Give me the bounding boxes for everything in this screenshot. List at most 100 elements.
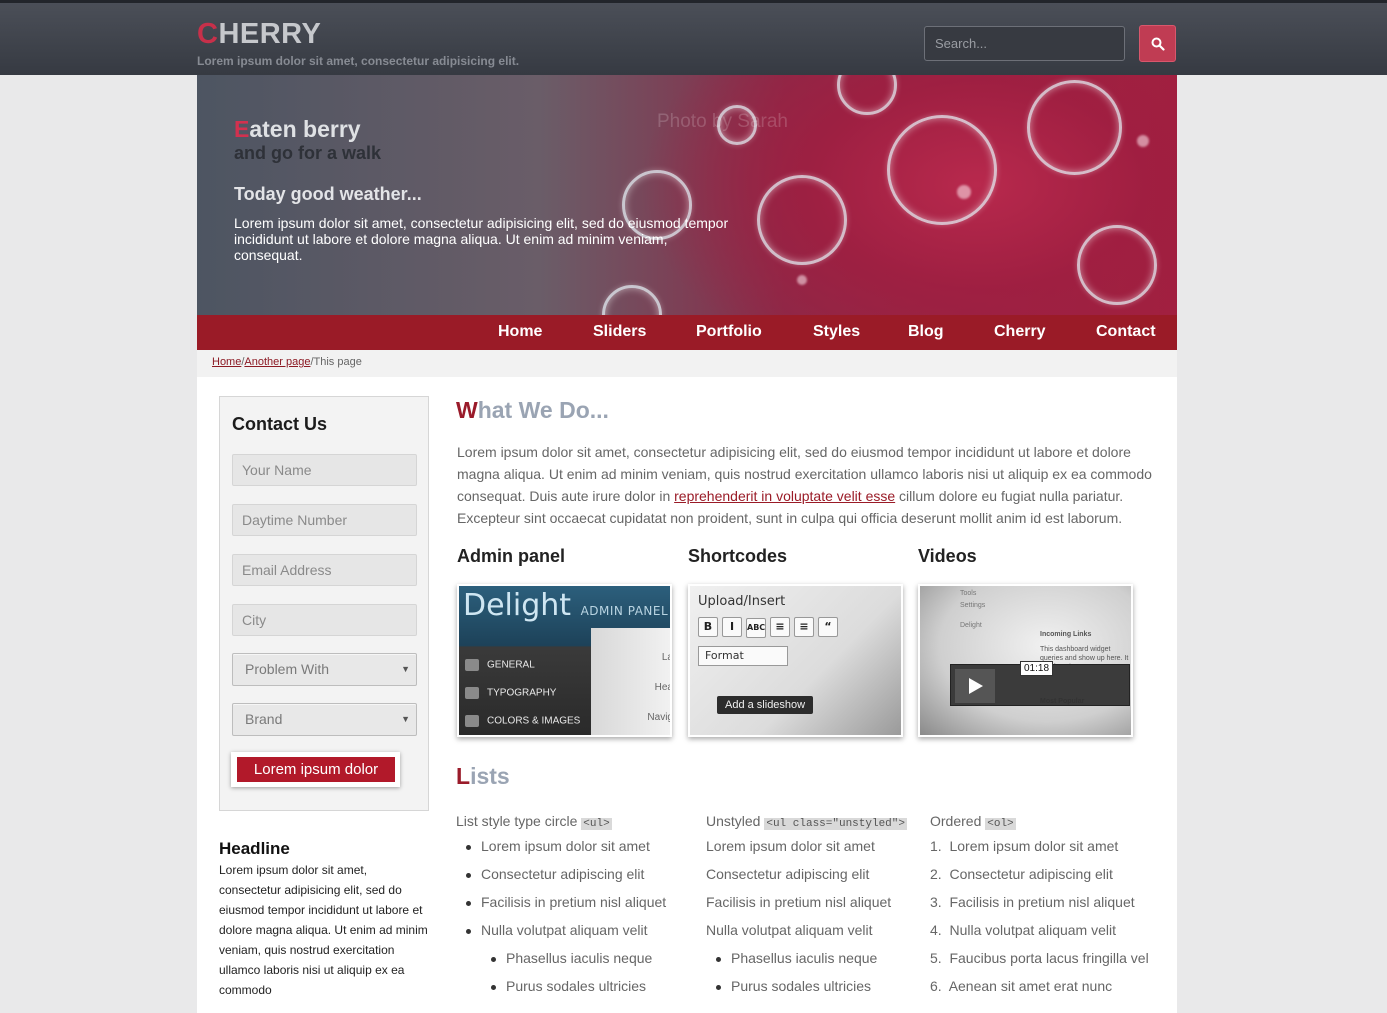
problem-with-select-value: Problem With xyxy=(245,661,330,677)
hero-subtitle: and go for a walk xyxy=(234,143,382,163)
admin-panel-screenshot: Delight ADMIN PANEL La Hea Navig GENERAL… xyxy=(459,586,670,735)
shortcodes-screenshot: Upload/Insert B I ABC ≡ ≡ “ Format Add a slid… xyxy=(690,586,901,735)
intro-paragraph: Lorem ipsum dolor sit amet, consectetur … xyxy=(457,444,1152,526)
video-timestamp: 01:18 xyxy=(1020,661,1054,676)
breadcrumb: Home/Another page/This page xyxy=(212,356,362,368)
hero-bubble xyxy=(837,75,897,115)
shortcodes-thumbnail[interactable]: Upload/Insert B I ABC ≡ ≡ “ Format Add a slid… xyxy=(688,584,903,737)
admin-panel-thumbnail[interactable]: Delight ADMIN PANEL La Hea Navig GENERAL… xyxy=(457,584,672,737)
list-item: Lorem ipsum dolor sit amet xyxy=(706,838,875,854)
section-title-lists: Lists xyxy=(456,763,510,789)
list-label: List style type circle <ul> xyxy=(456,813,612,830)
sidebar-text: Lorem ipsum dolor sit amet, consectetur … xyxy=(219,863,428,997)
list-item: 6. Aenean sit amet erat nunc xyxy=(930,978,1113,994)
nav-item-portfolio[interactable]: Portfolio xyxy=(696,315,762,350)
breadcrumb-bar: Home/Another page/This page xyxy=(197,350,1177,377)
breadcrumb-link-home[interactable]: Home xyxy=(212,356,241,368)
list-sub-item: Purus sodales ultricies xyxy=(706,972,907,1000)
list-sub-item: Phasellus iaculis neque xyxy=(456,944,666,972)
dropdown-arrow-icon: ▼ xyxy=(401,714,410,724)
hero-bubble xyxy=(887,115,997,225)
list-sub-item: Purus sodales ultricies xyxy=(456,972,666,1000)
admin-menu-item: TYPOGRAPHY xyxy=(465,687,556,699)
list-item: 2. Consectetur adipiscing elit xyxy=(930,866,1113,882)
hero-title: Eaten berry xyxy=(234,116,361,142)
list-label: Unstyled <ul class="unstyled"> xyxy=(706,813,907,830)
breadcrumb-link-another-page[interactable]: Another page xyxy=(244,356,310,368)
shortcodes-ui: Upload/Insert B I ABC ≡ ≡ “ Format xyxy=(698,594,842,666)
hero-bokeh xyxy=(797,275,807,285)
contact-title: Contact Us xyxy=(232,414,328,434)
list-sub-item: Phasellus iaculis neque xyxy=(706,944,907,972)
list-item: 3. Facilisis in pretium nisl aliquet xyxy=(930,894,1135,910)
nav-item-contact[interactable]: Contact xyxy=(1096,315,1156,350)
videos-thumbnail[interactable]: Tools Settings Delight Incoming Links Th… xyxy=(918,584,1133,737)
nav-item-cherry[interactable]: Cherry xyxy=(994,315,1046,350)
video-menu: Tools Settings Delight xyxy=(960,590,986,629)
list-item: Consectetur adipiscing elit xyxy=(456,860,666,888)
search-icon xyxy=(1151,37,1165,51)
hero-banner: Photo by Sarah Eaten berry and go for a … xyxy=(197,75,1177,315)
search-button[interactable] xyxy=(1139,25,1176,62)
hero-bubble xyxy=(602,285,662,315)
hero-text: Lorem ipsum dolor sit amet, consectetur … xyxy=(234,215,729,263)
admin-menu-item: COLORS & IMAGES xyxy=(465,715,580,727)
typography-icon xyxy=(465,687,479,699)
feature-title-shortcodes: Shortcodes xyxy=(688,546,788,566)
hero-bokeh xyxy=(957,185,971,199)
shortcode-tooltip: Add a slideshow xyxy=(717,696,814,714)
list-item: Facilisis in pretium nisl aliquet xyxy=(456,888,666,916)
videos-screenshot: Tools Settings Delight Incoming Links Th… xyxy=(920,586,1131,735)
gear-icon xyxy=(465,659,479,671)
site-tagline: Lorem ipsum dolor sit amet, consectetur … xyxy=(197,54,520,68)
sidebar-headline: Headline xyxy=(219,839,290,858)
list-label: Ordered <ol> xyxy=(930,813,1016,830)
email-field[interactable] xyxy=(232,554,417,586)
list-item: Nulla volutpat aliquam velit xyxy=(456,916,666,944)
intro-link[interactable]: reprehenderit in voluptate velit esse xyxy=(674,488,895,504)
city-field[interactable] xyxy=(232,604,417,636)
your-name-field[interactable] xyxy=(232,454,417,486)
feature-title-admin-panel: Admin panel xyxy=(457,546,566,566)
list-item: Nulla volutpat aliquam velit xyxy=(706,922,873,938)
nav-item-sliders[interactable]: Sliders xyxy=(593,315,646,350)
daytime-number-field[interactable] xyxy=(232,504,417,536)
video-popular-label: Most Popular xyxy=(1040,698,1085,705)
list-circle: List style type circle <ul> Lorem ipsum … xyxy=(456,810,666,1000)
admin-menu-item: GENERAL xyxy=(465,659,535,671)
hero-bubble xyxy=(757,175,847,265)
search-input[interactable] xyxy=(924,26,1125,61)
section-title-what-we-do: What We Do... xyxy=(456,397,609,423)
top-header: CHERRY Lorem ipsum dolor sit amet, conse… xyxy=(0,0,1387,75)
hero-bokeh xyxy=(1137,135,1149,147)
photo-credit: Photo by Sarah xyxy=(657,111,788,132)
brand-select[interactable]: Brand ▼ xyxy=(232,703,417,736)
list-unstyled: Unstyled <ul class="unstyled"> Lorem ips… xyxy=(706,810,907,1000)
list-item: 4. Nulla volutpat aliquam velit xyxy=(930,922,1116,938)
submit-button[interactable]: Lorem ipsum dolor xyxy=(237,757,395,782)
feature-title-videos: Videos xyxy=(918,546,977,566)
list-ordered: Ordered <ol> 1. Lorem ipsum dolor sit am… xyxy=(930,810,1149,1000)
list-item: Lorem ipsum dolor sit amet xyxy=(456,832,666,860)
admin-side-panel: La Hea Navig xyxy=(591,628,670,735)
list-item: Facilisis in pretium nisl aliquet xyxy=(706,894,892,910)
list-item: 1. Lorem ipsum dolor sit amet xyxy=(930,838,1119,854)
list-item: 5. Faucibus porta lacus fringilla vel xyxy=(930,950,1149,966)
nav-item-home[interactable]: Home xyxy=(498,315,542,350)
nav-item-styles[interactable]: Styles xyxy=(813,315,860,350)
main-nav: Home Sliders Portfolio Styles Blog Cherr… xyxy=(197,315,1177,350)
palette-icon xyxy=(465,715,479,727)
brand-select-value: Brand xyxy=(245,711,283,727)
problem-with-select[interactable]: Problem With ▼ xyxy=(232,653,417,686)
site-logo[interactable]: CHERRY xyxy=(197,18,321,51)
play-icon[interactable] xyxy=(955,669,995,703)
hero-bubble xyxy=(1027,80,1122,175)
hero-bubble xyxy=(1077,225,1157,305)
list-item: Consectetur adipiscing elit xyxy=(706,866,870,882)
hero-weather-heading: Today good weather... xyxy=(234,184,422,204)
breadcrumb-current: This page xyxy=(313,356,362,368)
submit-button-frame: Lorem ipsum dolor xyxy=(231,752,400,787)
admin-brand: Delight ADMIN PANEL xyxy=(463,588,669,623)
nav-item-blog[interactable]: Blog xyxy=(908,315,944,350)
dropdown-arrow-icon: ▼ xyxy=(401,664,410,674)
